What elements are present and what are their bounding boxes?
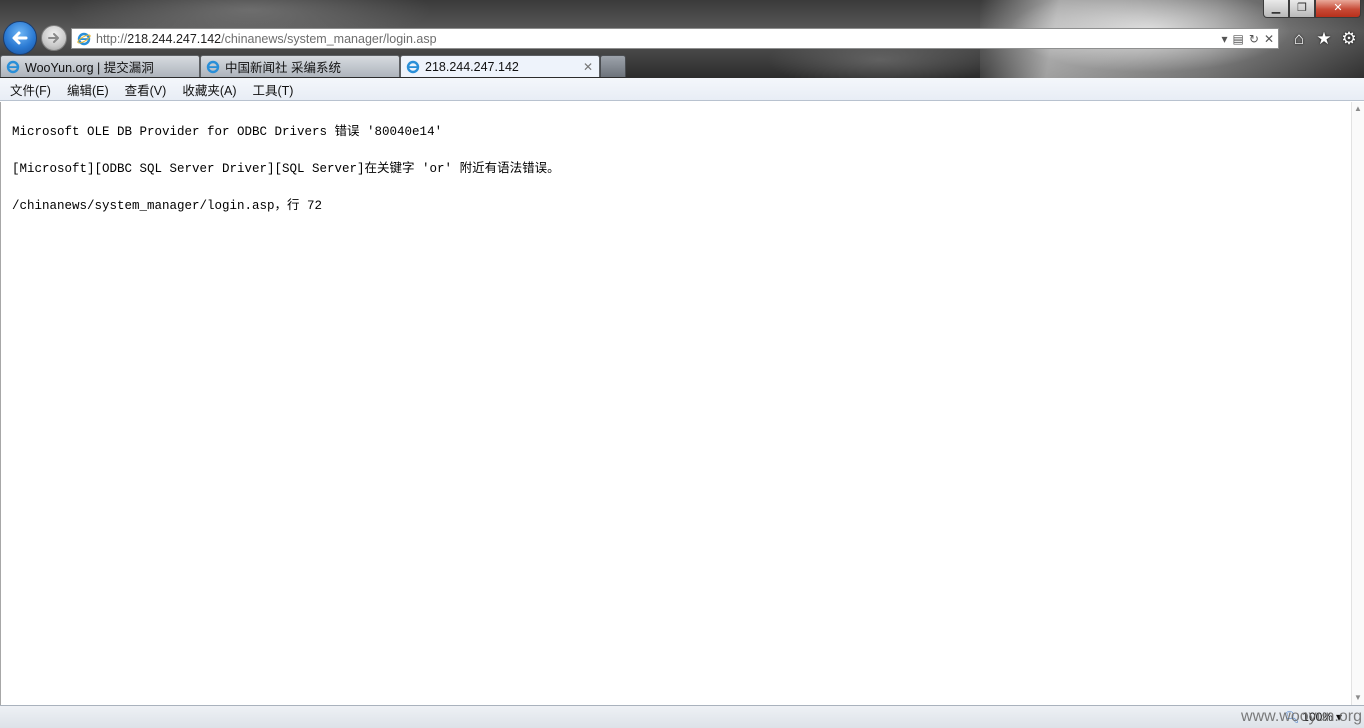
address-tools: ▾ ▤ ↻ ✕ xyxy=(1222,30,1275,48)
menu-tools[interactable]: 工具(T) xyxy=(244,80,301,99)
back-arrow-icon xyxy=(12,31,28,45)
maximize-button[interactable]: ❐ xyxy=(1289,0,1315,18)
stop-icon[interactable]: ✕ xyxy=(1264,32,1274,46)
menu-edit[interactable]: 编辑(E) xyxy=(59,80,117,99)
menu-bar: 文件(F) 编辑(E) 查看(V) 收藏夹(A) 工具(T) xyxy=(0,78,1364,101)
tab-wooyun[interactable]: WooYun.org | 提交漏洞 xyxy=(0,55,200,77)
scroll-up-icon[interactable]: ▲ xyxy=(1352,102,1364,116)
watermark: www.wooyun.org xyxy=(1241,708,1362,725)
forward-button[interactable] xyxy=(41,25,67,51)
page-content: Microsoft OLE DB Provider for ODBC Drive… xyxy=(0,102,1351,705)
close-window-button[interactable]: ✕ xyxy=(1315,0,1361,18)
tab-strip: WooYun.org | 提交漏洞 中国新闻社 采编系统 218.244.247… xyxy=(0,55,626,77)
refresh-icon[interactable]: ↻ xyxy=(1249,32,1259,46)
back-button[interactable] xyxy=(3,21,37,55)
close-tab-icon[interactable]: ✕ xyxy=(583,60,593,74)
favorites-star-icon[interactable]: ★ xyxy=(1315,29,1333,49)
ie-tab-icon xyxy=(406,60,420,73)
ie-page-icon xyxy=(77,32,91,45)
tab-label: 中国新闻社 采编系统 xyxy=(225,61,341,75)
tab-label: WooYun.org | 提交漏洞 xyxy=(25,61,154,75)
minimize-button[interactable]: ▁ xyxy=(1263,0,1289,18)
url-text: http://218.244.247.142/chinanews/system_… xyxy=(96,32,437,46)
browser-chrome: ▁ ❐ ✕ http://218.244.247.142/chinanews/s… xyxy=(0,0,1364,78)
scroll-down-icon[interactable]: ▼ xyxy=(1352,691,1364,705)
command-icons: ⌂ ★ ⚙ xyxy=(1290,29,1358,49)
error-title: Microsoft OLE DB Provider for ODBC Drive… xyxy=(12,125,443,139)
vertical-scrollbar[interactable]: ▲ ▼ xyxy=(1351,102,1364,705)
menu-view[interactable]: 查看(V) xyxy=(117,80,175,99)
tab-label: 218.244.247.142 xyxy=(425,59,519,74)
address-bar[interactable]: http://218.244.247.142/chinanews/system_… xyxy=(71,28,1279,49)
home-icon[interactable]: ⌂ xyxy=(1290,29,1308,49)
url-path: /chinanews/system_manager/login.asp xyxy=(221,31,437,46)
url-scheme: http:// xyxy=(96,31,128,46)
ie-tab-icon xyxy=(206,60,220,73)
error-message: [Microsoft][ODBC SQL Server Driver][SQL … xyxy=(12,162,560,176)
compatibility-view-icon[interactable]: ▤ xyxy=(1233,32,1244,46)
error-location: /chinanews/system_manager/login.asp，行 72 xyxy=(12,199,323,213)
url-host: 218.244.247.142 xyxy=(127,31,222,46)
forward-arrow-icon xyxy=(48,33,59,43)
dropdown-arrow-icon[interactable]: ▾ xyxy=(1222,32,1228,46)
window-caption-buttons: ▁ ❐ ✕ xyxy=(1263,0,1361,18)
status-bar: 🔍︎ 100% ▾ www.wooyun.org xyxy=(0,705,1364,728)
tools-gear-icon[interactable]: ⚙ xyxy=(1340,29,1358,49)
ie-tab-icon xyxy=(6,60,20,73)
tab-current[interactable]: 218.244.247.142 ✕ xyxy=(400,55,600,77)
tab-chinanews[interactable]: 中国新闻社 采编系统 xyxy=(200,55,400,77)
menu-file[interactable]: 文件(F) xyxy=(2,80,59,99)
new-tab-button[interactable] xyxy=(600,55,626,77)
menu-favorites[interactable]: 收藏夹(A) xyxy=(174,80,244,99)
